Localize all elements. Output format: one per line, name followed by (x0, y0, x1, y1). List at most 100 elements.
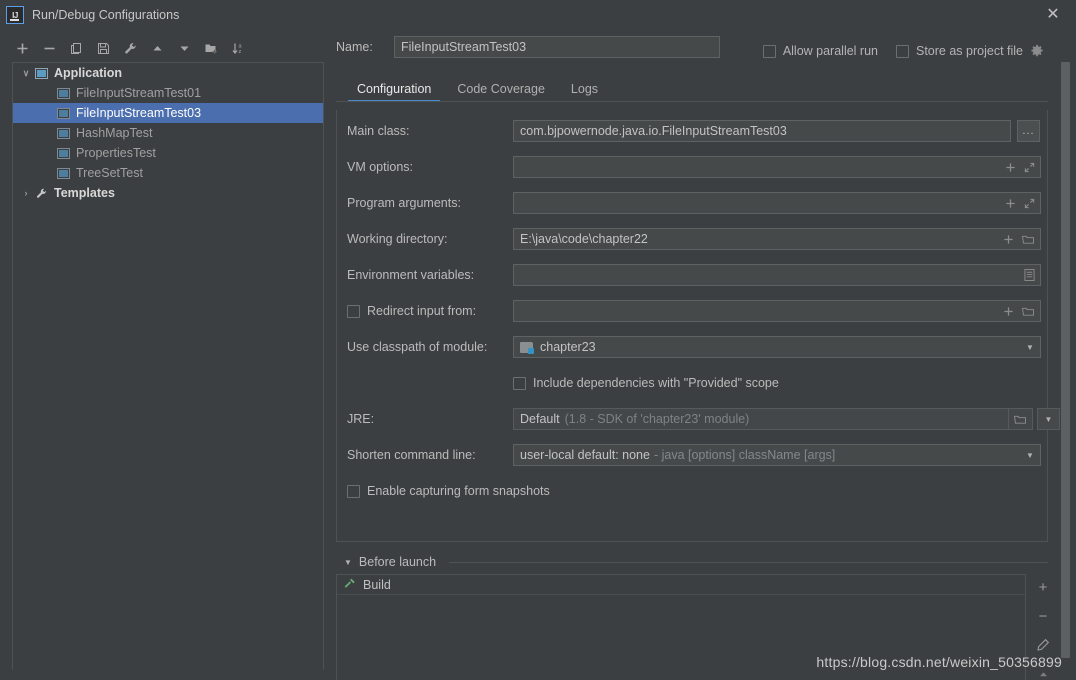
add-configuration-button[interactable] (10, 37, 34, 59)
shorten-command-line-select[interactable]: user-local default: none - java [options… (513, 444, 1041, 466)
store-as-project-file-checkbox[interactable]: Store as project file (896, 44, 1044, 58)
top-options: Allow parallel run Store as project file (762, 44, 1044, 58)
redirect-input-field[interactable] (513, 300, 1041, 322)
jre-browse-folder-icon[interactable] (1009, 408, 1033, 430)
configuration-icon (57, 147, 70, 159)
edit-variables-list-icon[interactable] (1024, 269, 1035, 281)
allow-parallel-run-checkbox[interactable]: Allow parallel run (762, 44, 878, 58)
tree-item-label: FileInputStreamTest03 (76, 106, 202, 120)
browse-folder-icon[interactable] (1022, 234, 1035, 245)
environment-variables-label: Environment variables: (347, 268, 475, 282)
copy-configuration-button[interactable] (64, 37, 88, 59)
expand-editor-icon[interactable] (1024, 162, 1035, 173)
main-class-row: Main class: com.bjpowernode.java.io.File… (337, 120, 1047, 142)
insert-macro-icon[interactable] (1003, 234, 1014, 245)
watermark: https://blog.csdn.net/weixin_50356899 (816, 654, 1062, 670)
vm-options-label: VM options: (347, 160, 414, 174)
include-provided-row: Include dependencies with "Provided" sco… (337, 372, 1047, 394)
new-folder-button[interactable] (199, 37, 223, 59)
tree-node-application[interactable]: ∨ Application (13, 63, 323, 83)
build-hammer-icon (343, 577, 356, 593)
checkbox-box[interactable] (762, 44, 776, 58)
browse-folder-icon[interactable] (1022, 306, 1035, 317)
before-launch-edit-pencil-icon[interactable] (1032, 636, 1054, 654)
vm-options-row: VM options: (337, 156, 1047, 178)
include-provided-label: Include dependencies with "Provided" sco… (533, 376, 779, 390)
tree-item-label: TreeSetTest (76, 166, 143, 180)
tree-item-propertiestest[interactable]: PropertiesTest (13, 143, 323, 163)
title-bar: IJ Run/Debug Configurations ✕ (0, 0, 1076, 30)
chevron-down-icon[interactable]: ∨ (19, 68, 33, 79)
save-configuration-button[interactable] (91, 37, 115, 59)
redirect-input-control (513, 300, 1041, 322)
tree-node-templates[interactable]: › Templates (13, 183, 323, 203)
before-launch-title: Before launch (358, 555, 437, 569)
triangle-down-icon[interactable]: ▼ (344, 558, 352, 567)
gear-icon[interactable] (1030, 44, 1044, 58)
move-down-button[interactable] (172, 37, 196, 59)
module-select[interactable]: chapter23 ▼ (513, 336, 1041, 358)
checkbox-box[interactable] (347, 484, 360, 498)
insert-macro-icon[interactable] (1003, 306, 1014, 317)
working-directory-label: Working directory: (347, 232, 448, 246)
close-icon[interactable]: ✕ (1030, 0, 1076, 30)
insert-macro-icon[interactable] (1005, 162, 1016, 173)
checkbox-box[interactable] (347, 304, 360, 318)
jre-value: Default (520, 412, 560, 426)
working-directory-control: E:\java\code\chapter22 (513, 228, 1041, 250)
before-launch-item-build[interactable]: Build (337, 575, 1025, 595)
expand-editor-icon[interactable] (1024, 198, 1035, 209)
shorten-command-line-control: user-local default: none - java [options… (513, 444, 1041, 466)
tree-item-label: PropertiesTest (76, 146, 156, 160)
before-launch-add-button[interactable]: + (1032, 578, 1054, 596)
before-launch-divider (449, 561, 1048, 563)
edit-templates-wrench-icon[interactable] (118, 37, 142, 59)
tab-logs[interactable]: Logs (558, 82, 611, 102)
vertical-scrollbar[interactable] (1061, 36, 1070, 670)
tree-item-treesettest[interactable]: TreeSetTest (13, 163, 323, 183)
configuration-form: Main class: com.bjpowernode.java.io.File… (336, 110, 1060, 542)
jre-row: JRE: Default (1.8 - SDK of 'chapter23' m… (337, 408, 1060, 430)
name-input[interactable]: FileInputStreamTest03 (394, 36, 720, 58)
insert-macro-icon[interactable] (1005, 198, 1016, 209)
checkbox-box[interactable] (513, 376, 526, 390)
before-launch-remove-button[interactable]: − (1032, 607, 1054, 625)
program-arguments-input[interactable] (513, 192, 1041, 214)
move-up-button[interactable] (145, 37, 169, 59)
checkbox-box[interactable] (896, 44, 909, 58)
editor-tabs: Configuration Code Coverage Logs (344, 76, 611, 102)
window-title: Run/Debug Configurations (32, 8, 180, 22)
form-snapshots-checkbox[interactable]: Enable capturing form snapshots (347, 484, 550, 498)
chevron-down-icon[interactable]: ▼ (1020, 337, 1040, 357)
sort-configurations-button[interactable]: a z (226, 37, 250, 59)
vm-options-input[interactable] (513, 156, 1041, 178)
main-class-input[interactable]: com.bjpowernode.java.io.FileInputStreamT… (513, 120, 1011, 142)
working-directory-input[interactable]: E:\java\code\chapter22 (513, 228, 1041, 250)
working-directory-trailing-icons (1003, 228, 1035, 250)
redirect-input-checkbox[interactable]: Redirect input from: (347, 304, 513, 318)
environment-variables-input[interactable] (513, 264, 1041, 286)
tree-item-fileinputstreamtest01[interactable]: FileInputStreamTest01 (13, 83, 323, 103)
before-launch-header[interactable]: ▼ Before launch (344, 554, 1048, 570)
remove-configuration-button[interactable] (37, 37, 61, 59)
intellij-logo-icon: IJ (6, 6, 24, 24)
tab-code-coverage[interactable]: Code Coverage (444, 82, 558, 102)
tree-node-label: Templates (54, 186, 115, 200)
svg-text:z: z (238, 49, 241, 55)
main-class-browse-button[interactable]: ... (1017, 120, 1040, 142)
name-label: Name: (336, 40, 373, 54)
chevron-down-icon[interactable]: ▼ (1020, 445, 1040, 465)
allow-parallel-run-label: Allow parallel run (782, 44, 878, 58)
tab-configuration[interactable]: Configuration (344, 82, 444, 102)
jre-input[interactable]: Default (1.8 - SDK of 'chapter23' module… (513, 408, 1009, 430)
jre-dropdown-chevron-down-icon[interactable]: ▼ (1037, 408, 1060, 430)
configurations-tree[interactable]: ∨ Application FileInputStreamTest01 File… (12, 62, 324, 670)
before-launch-item-label: Build (363, 577, 391, 592)
form-snapshots-row: Enable capturing form snapshots (337, 480, 1047, 502)
shorten-command-line-value: user-local default: none (520, 448, 650, 462)
tree-item-hashmaptest[interactable]: HashMapTest (13, 123, 323, 143)
include-provided-checkbox[interactable]: Include dependencies with "Provided" sco… (513, 376, 779, 390)
tree-item-fileinputstreamtest03[interactable]: FileInputStreamTest03 (13, 103, 323, 123)
scrollbar-thumb[interactable] (1061, 62, 1070, 658)
chevron-right-icon[interactable]: › (19, 188, 33, 198)
